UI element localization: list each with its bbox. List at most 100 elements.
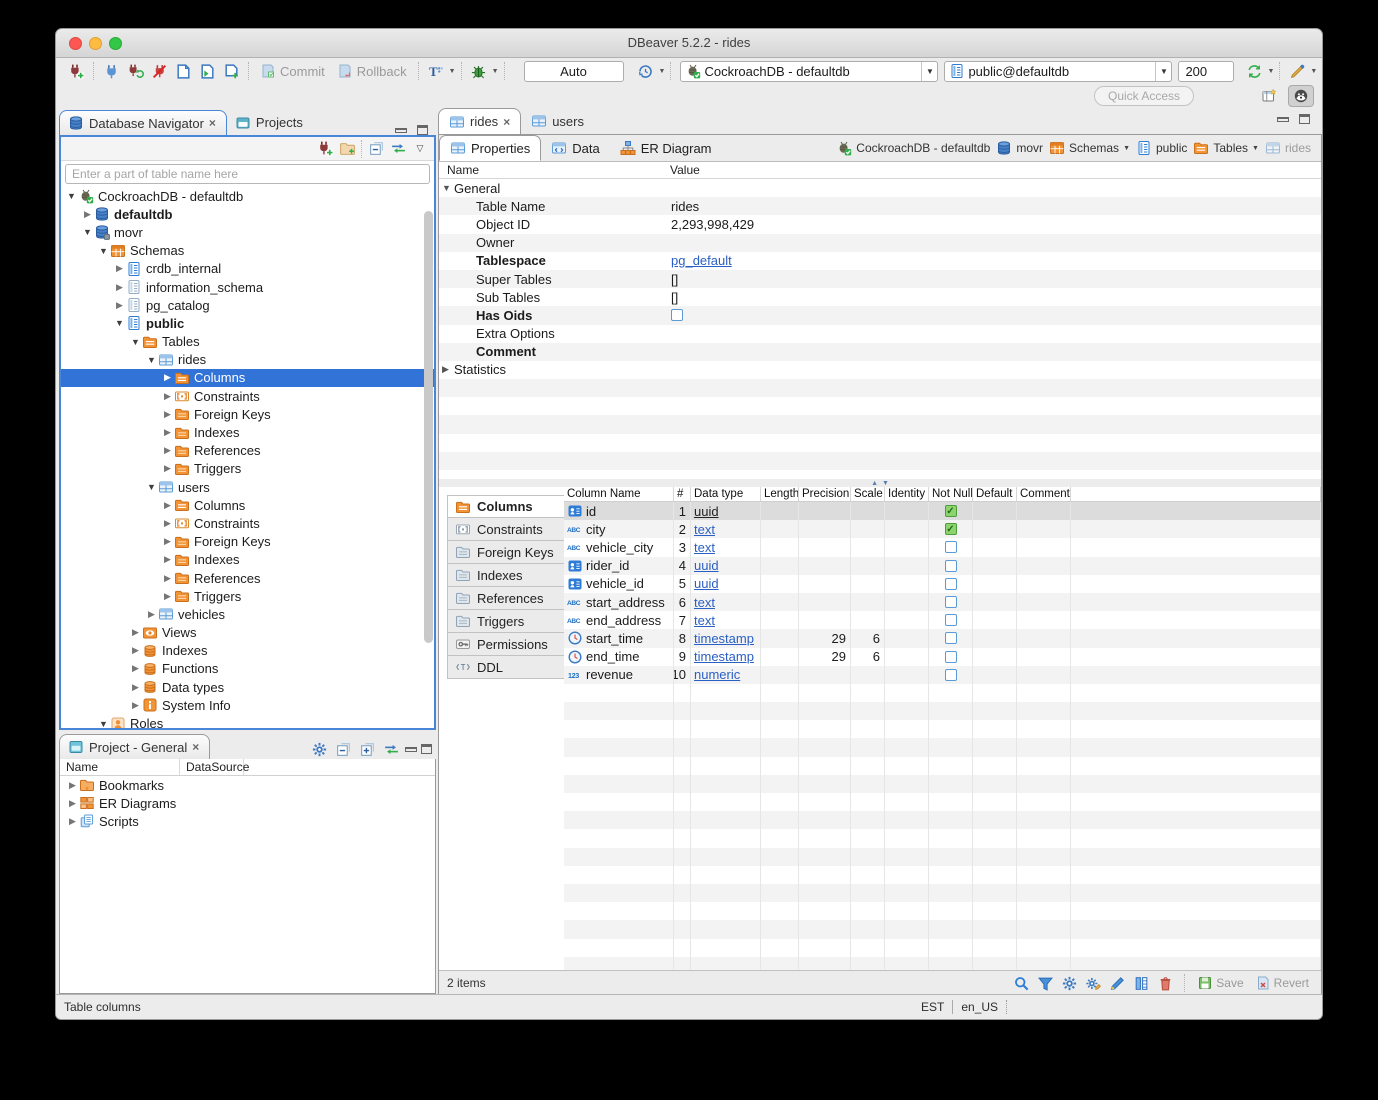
- expand-arrow-icon[interactable]: ▶: [66, 798, 79, 809]
- timezone-indicator[interactable]: EST: [921, 1000, 944, 1014]
- column-row-end-address[interactable]: ABCend_address7text: [564, 611, 1321, 629]
- tree-item-defaultdb[interactable]: ▶defaultdb: [61, 205, 434, 223]
- not-null-checkbox[interactable]: [945, 632, 957, 644]
- tab-database-navigator[interactable]: Database Navigator×: [59, 110, 227, 135]
- config-icon[interactable]: [1083, 973, 1104, 993]
- editor-tab-rides[interactable]: rides×: [438, 108, 521, 134]
- data-type-link[interactable]: uuid: [694, 504, 719, 519]
- property-value[interactable]: rides: [662, 199, 1321, 214]
- tree-item-constraints[interactable]: ▶Constraints: [61, 514, 434, 532]
- tree-item-crdb-internal[interactable]: ▶crdb_internal: [61, 260, 434, 278]
- property-value[interactable]: []: [662, 290, 1321, 305]
- tree-item-constraints[interactable]: ▶Constraints: [61, 387, 434, 405]
- expand-arrow-icon[interactable]: ▶: [129, 682, 142, 693]
- collapse-arrow-icon[interactable]: ▼: [97, 246, 110, 256]
- column-row-city[interactable]: ABCcity2text✓: [564, 520, 1321, 538]
- expand-arrow-icon[interactable]: ▶: [161, 409, 174, 420]
- project-item-er-diagrams[interactable]: ▶ER Diagrams: [60, 794, 435, 812]
- filter-icon[interactable]: [1035, 973, 1056, 993]
- debug-icon[interactable]: [467, 60, 491, 82]
- has-oids-checkbox[interactable]: [671, 309, 683, 321]
- revert-button[interactable]: Revert: [1251, 975, 1313, 991]
- property-row-object-id[interactable]: Object ID2,293,998,429: [439, 215, 1321, 233]
- locale-indicator[interactable]: en_US: [961, 1000, 998, 1014]
- editor-maximize-button[interactable]: [1299, 114, 1310, 124]
- collapse-arrow-icon[interactable]: ▼: [129, 337, 142, 347]
- navigator-scrollbar[interactable]: [424, 211, 433, 643]
- property-row-comment[interactable]: Comment: [439, 343, 1321, 361]
- tree-item-columns[interactable]: ▶Columns: [61, 496, 434, 514]
- expand-arrow-icon[interactable]: ▶: [161, 445, 174, 456]
- fetch-size-field[interactable]: 200: [1178, 61, 1234, 82]
- column-header-not-null[interactable]: Not Null: [929, 487, 973, 501]
- not-null-checkbox[interactable]: [945, 596, 957, 608]
- subtab-er-diagram[interactable]: ER Diagram: [610, 135, 722, 161]
- link-with-editor-icon[interactable]: [388, 139, 408, 159]
- view-columns-icon[interactable]: [1131, 973, 1152, 993]
- tree-item-references[interactable]: ▶References: [61, 569, 434, 587]
- property-row-statistics[interactable]: ▶Statistics: [439, 361, 1321, 379]
- collapse-arrow-icon[interactable]: ▼: [145, 355, 158, 365]
- open-perspective-button[interactable]: [1256, 85, 1282, 107]
- column-row-vehicle-id[interactable]: vehicle_id5uuid: [564, 575, 1321, 593]
- new-sql-editor-icon[interactable]: [219, 60, 243, 82]
- column-header-[interactable]: #: [674, 487, 691, 501]
- data-type-link[interactable]: text: [694, 613, 715, 628]
- property-row-has-oids[interactable]: Has Oids: [439, 306, 1321, 324]
- prop-col-name[interactable]: Name: [447, 163, 479, 177]
- compare-icon[interactable]: [1285, 60, 1309, 82]
- expand-arrow-icon[interactable]: ▶: [161, 427, 174, 438]
- expand-arrow-icon[interactable]: ▶: [129, 700, 142, 711]
- column-row-end-time[interactable]: end_time9timestamp296: [564, 648, 1321, 666]
- expand-arrow-icon[interactable]: ▶: [129, 645, 142, 656]
- rollback-button[interactable]: Rollback: [331, 63, 413, 79]
- commit-mode-combo[interactable]: Auto: [524, 61, 624, 82]
- tree-item-indexes[interactable]: ▶Indexes: [61, 642, 434, 660]
- tree-item-roles[interactable]: ▼Roles: [61, 714, 434, 730]
- search-icon[interactable]: [1011, 973, 1032, 993]
- editor-tab-users[interactable]: users: [521, 108, 594, 134]
- tree-item-movr[interactable]: ▼movr: [61, 223, 434, 241]
- not-null-checkbox[interactable]: ✓: [945, 523, 957, 535]
- data-type-link[interactable]: uuid: [694, 558, 719, 573]
- connection-combo[interactable]: CockroachDB - defaultdb▼: [680, 61, 938, 82]
- save-button[interactable]: Save: [1193, 975, 1247, 991]
- not-null-checkbox[interactable]: [945, 541, 957, 553]
- column-header-length[interactable]: Length: [761, 487, 799, 501]
- subtab-data[interactable]: Data: [541, 135, 609, 161]
- data-type-link[interactable]: text: [694, 522, 715, 537]
- nav-new-project-icon[interactable]: [337, 139, 357, 159]
- expand-arrow-icon[interactable]: ▶: [161, 463, 174, 474]
- detail-tab-constraints[interactable]: Constraints: [447, 518, 569, 541]
- expand-arrow-icon[interactable]: ▶: [129, 663, 142, 674]
- tab-projects[interactable]: Projects: [227, 110, 313, 135]
- tab-project-general[interactable]: Project - General×: [59, 734, 210, 759]
- navigator-maximize-button[interactable]: [417, 125, 428, 135]
- property-row-tablespace[interactable]: Tablespacepg_default: [439, 252, 1321, 270]
- transaction-mode-icon[interactable]: T: [424, 60, 448, 82]
- disconnect-icon[interactable]: [147, 60, 171, 82]
- data-type-link[interactable]: uuid: [694, 576, 719, 591]
- column-header-column-name[interactable]: Column Name: [564, 487, 674, 501]
- new-connection-icon[interactable]: [64, 60, 88, 82]
- breadcrumb-item-schemas[interactable]: Schemas▼: [1049, 140, 1130, 156]
- collapse-arrow-icon[interactable]: ▼: [97, 719, 110, 729]
- table-filter-input[interactable]: Enter a part of table name here: [65, 164, 430, 184]
- column-row-revenue[interactable]: 123revenue10numeric: [564, 666, 1321, 684]
- expand-arrow-icon[interactable]: ▶: [113, 282, 126, 293]
- expand-arrow-icon[interactable]: ▶: [161, 518, 174, 529]
- detail-tab-columns[interactable]: Columns: [447, 495, 569, 518]
- expand-arrow-icon[interactable]: ▶: [129, 627, 142, 638]
- commit-button[interactable]: Commit: [254, 63, 331, 79]
- edit-icon[interactable]: [1107, 973, 1128, 993]
- subtab-properties[interactable]: Properties: [439, 135, 541, 161]
- expand-arrow-icon[interactable]: ▶: [145, 609, 158, 620]
- tree-item-information-schema[interactable]: ▶information_schema: [61, 278, 434, 296]
- breadcrumb-item-rides[interactable]: rides: [1265, 140, 1311, 156]
- expand-arrow-icon[interactable]: ▶: [161, 554, 174, 565]
- expand-arrow-icon[interactable]: ▶: [113, 300, 126, 311]
- column-row-id[interactable]: id1uuid✓: [564, 502, 1321, 520]
- property-value[interactable]: [662, 309, 1321, 321]
- delete-icon[interactable]: [1155, 973, 1176, 993]
- tree-item-rides[interactable]: ▼rides: [61, 351, 434, 369]
